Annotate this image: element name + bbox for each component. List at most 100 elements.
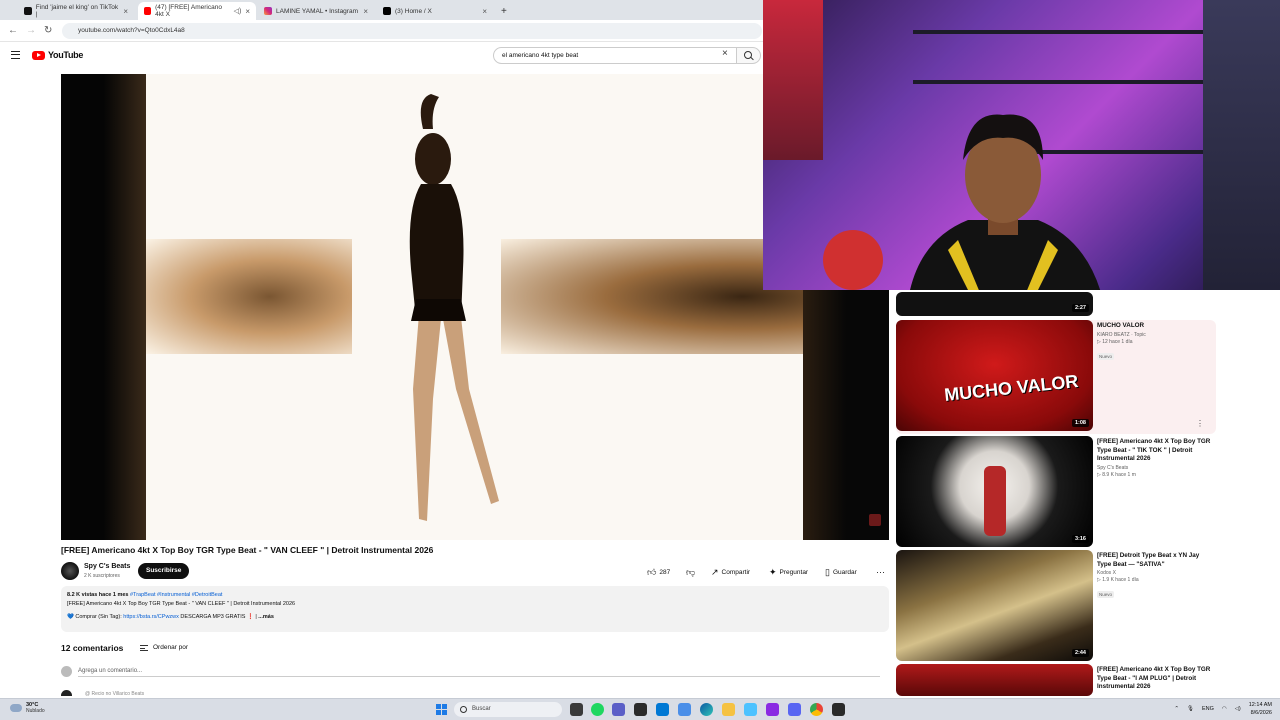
recommendation-channel[interactable]: Kodos X [1097,570,1215,576]
comments-count-heading: 12 comentarios [61,643,124,653]
app-icon[interactable] [766,703,779,716]
channel-name[interactable]: Spy C's Beats [84,563,130,570]
hashtags[interactable]: #TrapBeat #Instrumental #DetroitBeat [130,592,222,598]
youtube-play-icon [32,50,45,60]
close-icon[interactable]: × [123,7,128,16]
buy-link[interactable]: https://bsta.rs/CPwzwx [123,614,179,620]
recommendation-item[interactable]: 2:27 [896,292,1216,316]
comment-input[interactable]: Agrega un comentario... [78,668,880,677]
close-icon[interactable]: × [482,7,487,16]
sparkle-icon: ✦ [769,566,777,577]
clear-search-icon[interactable]: × [722,48,728,59]
recommendation-meta: ▷ 1.9 K hace 1 día [1097,577,1139,583]
tab-tiktok[interactable]: Find 'jaime el king' on TikTok | × [18,2,134,20]
edge-icon[interactable] [700,703,713,716]
task-view-icon[interactable] [570,703,583,716]
youtube-logo[interactable]: YouTube [32,50,83,60]
volume-icon[interactable]: ◁) [1235,706,1241,712]
windows-start-icon[interactable] [436,704,447,715]
store-icon[interactable] [634,703,647,716]
clock[interactable]: 12:14 AM 8/6/2026 [1249,701,1272,717]
channel-watermark-icon[interactable] [869,514,881,526]
recommendation-channel[interactable]: KIARO BEATZ · Topic [1097,332,1215,338]
recommendation-thumbnail[interactable]: MUCHO VALOR 1:08 [896,320,1093,431]
spotify-icon[interactable] [591,703,604,716]
tab-youtube[interactable]: (47) [FREE] Americano 4kt X ◁) × [138,2,256,20]
comment-author[interactable]: @ Recio no Villarico Beats [85,691,144,697]
show-more-link[interactable]: ...más [258,614,274,620]
file-explorer-icon[interactable] [722,703,735,716]
share-button[interactable]: ↗ Compartir [705,564,756,580]
wifi-icon[interactable]: ◠ [1222,706,1227,712]
speaker-icon[interactable]: ◁) [234,7,242,15]
chevron-up-icon[interactable]: ⌃ [1174,706,1179,712]
reload-icon[interactable]: ↻ [44,25,52,36]
thumbs-down-icon: 👎︎ [686,566,696,577]
share-label: Compartir [721,568,751,576]
forward-icon[interactable]: → [26,25,36,36]
recommendation-item[interactable]: [FREE] Americano 4kt X Top Boy TGR Type … [896,664,1216,696]
teams-icon[interactable] [612,703,625,716]
hamburger-menu-icon[interactable] [11,51,20,59]
recommendation-thumbnail[interactable]: 2:44 [896,550,1093,661]
recommendation-item[interactable]: 3:16 [FREE] Americano 4kt X Top Boy TGR … [896,436,1216,547]
skateboard-wall [763,0,823,160]
recommendation-thumbnail[interactable]: 3:16 [896,436,1093,547]
weather-widget[interactable]: 30°C Nublado [10,702,45,714]
recommendation-item[interactable]: MUCHO VALOR 1:08 MUCHO VALOR KIARO BEATZ… [896,320,1216,434]
language-indicator[interactable]: ENG [1202,706,1214,712]
close-icon[interactable]: × [245,7,250,16]
recommendation-title[interactable]: MUCHO VALOR [1097,322,1215,331]
new-badge: Nuevo [1097,352,1115,360]
video-dancer-figure [409,94,499,521]
new-badge: Nuevo [1097,591,1115,598]
recommendation-thumbnail[interactable]: 2:27 [896,292,1093,316]
sort-icon[interactable] [140,645,148,651]
obs-icon[interactable] [832,703,845,716]
video-description[interactable]: 8.2 K vistas hace 1 mes #TrapBeat #Instr… [61,586,889,632]
photos-icon[interactable] [744,703,757,716]
taskbar-search[interactable]: Buscar [454,702,562,717]
channel-avatar[interactable] [61,562,79,580]
cloud-icon [10,704,22,712]
dislike-button[interactable]: 👎︎ [680,564,701,580]
save-label: Guardar [832,568,857,576]
recommendation-title[interactable]: [FREE] Americano 4kt X Top Boy TGR Type … [1097,666,1215,692]
close-icon[interactable]: × [363,7,368,16]
tab-x[interactable]: (3) Home / X × [377,2,493,20]
sort-button[interactable]: Ordenar por [153,644,188,651]
duration-badge: 2:44 [1071,649,1089,657]
recommendation-info: [FREE] Detroit Type Beat x YN Jay Type B… [1097,552,1215,601]
video-face-strip-left [146,239,352,354]
more-actions-button[interactable]: ··· [870,564,891,580]
back-icon[interactable]: ← [8,25,18,36]
comment-author-avatar[interactable] [61,690,72,696]
youtube-logo-text: YouTube [48,50,84,60]
more-vertical-icon[interactable]: ⋮ [1196,419,1204,428]
outlook-icon[interactable] [656,703,669,716]
search-input[interactable]: el americano 4kt type beat [493,47,737,64]
user-avatar [61,666,72,677]
chrome-icon[interactable] [810,703,823,716]
recommendation-item[interactable]: 2:44 [FREE] Detroit Type Beat x YN Jay T… [896,550,1216,661]
recommendation-channel[interactable]: Spy C's Beats [1097,465,1215,471]
url-field[interactable]: youtube.com/watch?v=Qto0CdxL4a8 [62,23,762,39]
tab-instagram[interactable]: LAMINE YAMAL • Instagram × [258,2,374,20]
search-button[interactable] [737,47,761,64]
ask-button[interactable]: ✦ Preguntar [763,564,814,580]
recommendation-thumbnail[interactable] [896,664,1093,696]
like-button[interactable]: 👍︎ 287 [641,564,676,580]
subscribe-button[interactable]: Suscribirse [138,563,190,579]
more-horizontal-icon: ··· [876,567,885,577]
video-face-strip-right [501,239,803,354]
description-line: [FREE] Americano 4kt X Top Boy TGR Type … [67,601,296,607]
save-button[interactable]: ▯ Guardar [819,564,863,580]
recommendation-title[interactable]: [FREE] Americano 4kt X Top Boy TGR Type … [1097,438,1215,464]
recommendation-title[interactable]: [FREE] Detroit Type Beat x YN Jay Type B… [1097,552,1215,569]
like-count: 287 [659,568,671,576]
new-tab-button[interactable]: + [495,2,511,20]
description-meta: 8.2 K vistas hace 1 mes #TrapBeat #Instr… [67,591,883,600]
microphone-icon[interactable]: 🎙︎ [1187,706,1194,712]
discord-icon[interactable] [788,703,801,716]
app-icon[interactable] [678,703,691,716]
